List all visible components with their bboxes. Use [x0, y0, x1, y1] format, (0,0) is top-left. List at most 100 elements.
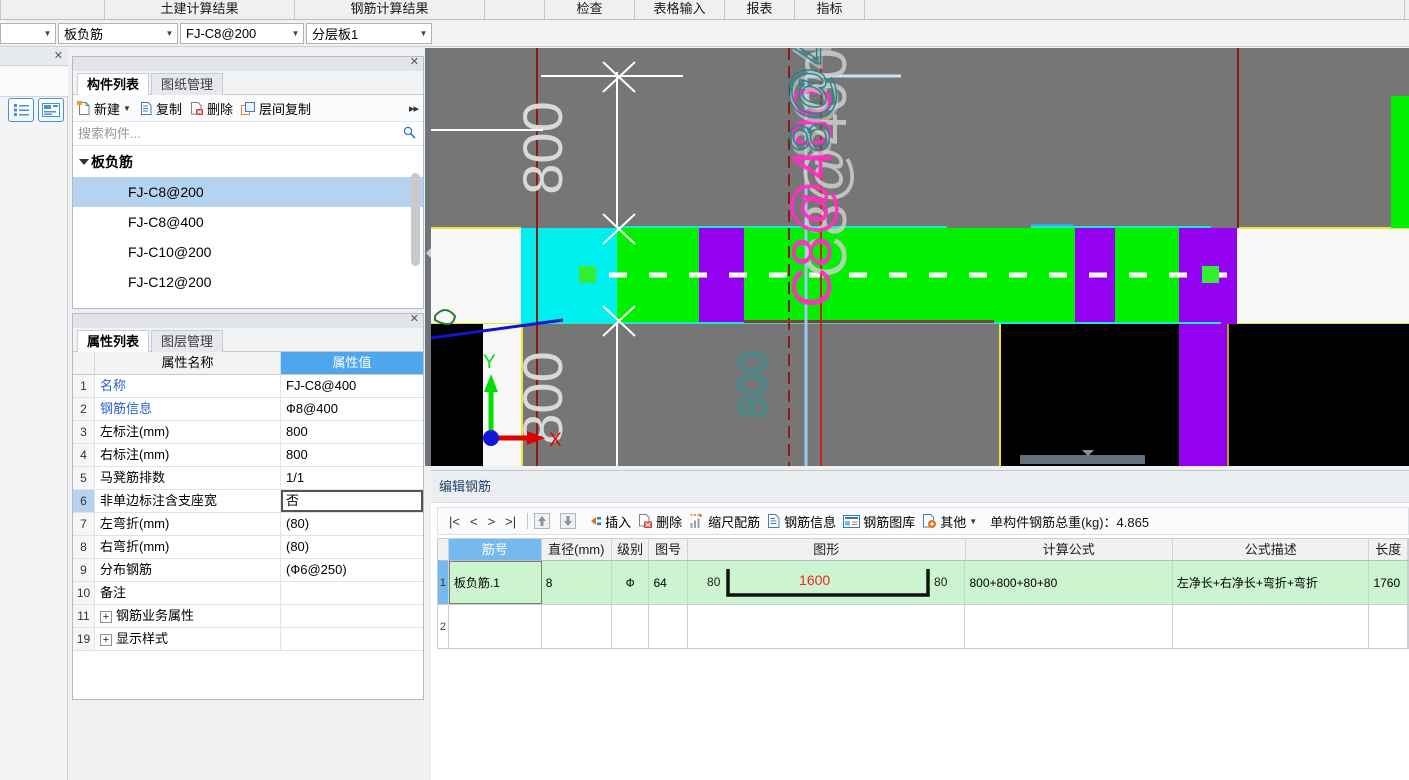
expand-triangle-icon[interactable] — [79, 159, 89, 165]
combo-2[interactable]: FJ-C8@200 ▼ — [180, 23, 304, 44]
expand-plus-icon[interactable]: + — [100, 633, 112, 646]
table-cell[interactable] — [688, 605, 966, 648]
property-row-value[interactable]: FJ-C8@400 — [281, 375, 423, 397]
table-cell[interactable]: 800+800+80+80 — [965, 561, 1173, 604]
property-row-value[interactable]: 800 — [281, 421, 423, 443]
chevron-down-icon[interactable]: ▼ — [969, 517, 977, 526]
tree-scrollbar[interactable] — [411, 173, 420, 303]
property-row[interactable]: 5 马凳筋排数 1/1 — [73, 467, 423, 490]
table-cell[interactable] — [1369, 605, 1408, 648]
tree-scrollbar-thumb[interactable] — [411, 173, 420, 266]
table-row[interactable]: 1 板负筋.1 8 Ф 64 80 1600 80 800+800+80+80 左净长+右净长+弯… — [437, 561, 1409, 605]
property-row[interactable]: 6 非单边标注含支座宽否 — [73, 490, 423, 513]
chevron-down-icon[interactable]: ▼ — [288, 24, 303, 43]
tree-item[interactable]: FJ-C8@400 — [73, 207, 423, 237]
tree-group-slab-negative-rebar[interactable]: 板负筋 — [73, 147, 423, 177]
combo-3[interactable]: 分层板1 ▼ — [306, 23, 432, 44]
cad-horizontal-scrollbar[interactable] — [1020, 455, 1145, 464]
table-cell[interactable]: 1760 — [1369, 561, 1408, 604]
scale-rebar-button[interactable]: 缩尺配筋 — [689, 512, 760, 531]
tree-item[interactable]: FJ-C12@200 — [73, 267, 423, 297]
table-cell[interactable] — [449, 605, 542, 648]
close-icon[interactable]: ✕ — [410, 312, 419, 325]
property-row[interactable]: 9 分布钢筋 (Ф6@250) — [73, 559, 423, 582]
move-up-button[interactable] — [534, 513, 553, 529]
other-button[interactable]: 其他 ▼ — [922, 512, 977, 531]
toolbar-overflow-icon[interactable]: ▸▸ — [409, 102, 419, 115]
tab-5[interactable]: 表格输入 — [635, 0, 725, 19]
property-row-value[interactable] — [281, 605, 423, 627]
property-row[interactable]: 7 左弯折(mm) (80) — [73, 513, 423, 536]
rebar-column-header[interactable]: 直径(mm) — [542, 539, 612, 560]
chevron-down-icon[interactable]: ▼ — [123, 104, 131, 113]
table-cell[interactable] — [612, 605, 650, 648]
delete-row-button[interactable]: 删除 — [638, 512, 682, 531]
property-row-value[interactable] — [281, 628, 423, 650]
tree-item[interactable]: FJ-C10@200 — [73, 237, 423, 267]
table-cell[interactable]: 8 — [541, 561, 612, 604]
property-row-value[interactable]: 800 — [281, 444, 423, 466]
nav-next-button[interactable]: > — [483, 514, 501, 529]
property-row[interactable]: 4 右标注(mm) 800 — [73, 444, 423, 467]
cad-drawing-area[interactable]: 800 800 C8@400 C8@400 8@400 8@400 800 Y … — [431, 48, 1409, 466]
delete-component-button[interactable]: 删除 — [190, 99, 233, 118]
property-row[interactable]: 2 钢筋信息 Ф8@400 — [73, 398, 423, 421]
property-row[interactable]: 19 + 显示样式 — [73, 628, 423, 651]
property-row[interactable]: 1 名称 FJ-C8@400 — [73, 375, 423, 398]
table-cell[interactable]: 80 1600 80 — [688, 561, 966, 604]
property-row-value[interactable]: (Ф6@250) — [281, 559, 423, 581]
chevron-down-icon[interactable]: ▼ — [162, 24, 177, 43]
tab-6[interactable]: 报表 — [725, 0, 795, 19]
tab-drawing-management[interactable]: 图纸管理 — [151, 73, 224, 95]
property-row-value[interactable]: Ф8@400 — [281, 398, 423, 420]
tab-component-list[interactable]: 构件列表 — [77, 73, 150, 95]
rebar-column-header[interactable]: 图号 — [649, 539, 688, 560]
chevron-down-icon[interactable]: ▼ — [416, 24, 431, 43]
property-row[interactable]: 3 左标注(mm) 800 — [73, 421, 423, 444]
tab-7[interactable]: 指标 — [795, 0, 865, 19]
property-row-value[interactable]: 否 — [281, 490, 423, 512]
table-cell[interactable]: 64 — [649, 561, 689, 604]
table-cell[interactable] — [965, 605, 1173, 648]
tab-2[interactable]: 钢筋计算结果 — [295, 0, 485, 19]
rebar-column-header[interactable]: 计算公式 — [966, 539, 1173, 560]
table-cell[interactable]: 板负筋.1 — [448, 561, 542, 604]
table-cell[interactable] — [542, 605, 612, 648]
rebar-column-header[interactable]: 公式描述 — [1173, 539, 1370, 560]
table-cell[interactable] — [649, 605, 689, 648]
property-row-value[interactable]: (80) — [281, 536, 423, 558]
nav-prev-button[interactable]: < — [465, 514, 483, 529]
tab-layer-management[interactable]: 图层管理 — [151, 330, 224, 352]
tab-property-list[interactable]: 属性列表 — [77, 330, 150, 352]
property-row[interactable]: 11 + 钢筋业务属性 — [73, 605, 423, 628]
list-view-icon[interactable] — [8, 98, 34, 122]
tree-item[interactable]: FJ-C8@200 — [73, 177, 423, 207]
search-input[interactable] — [73, 125, 403, 142]
rebar-column-header[interactable]: 筋号 — [448, 539, 542, 560]
rebar-info-button[interactable]: 钢筋信息 — [767, 512, 836, 531]
table-row[interactable]: 2 — [437, 605, 1409, 649]
rebar-column-header[interactable]: 级别 — [612, 539, 650, 560]
expand-plus-icon[interactable]: + — [100, 610, 112, 623]
panel-view-icon[interactable] — [38, 98, 64, 122]
new-component-button[interactable]: 新建 ▼ — [77, 99, 131, 118]
insert-row-button[interactable]: 插入 — [586, 512, 631, 531]
property-row-value[interactable]: 1/1 — [281, 467, 423, 489]
cad-canvas[interactable]: 800 800 C8@400 C8@400 8@400 8@400 800 Y … — [431, 48, 1409, 466]
search-icon[interactable] — [403, 126, 423, 142]
property-row[interactable]: 8 右弯折(mm) (80) — [73, 536, 423, 559]
cad-scroll-down-icon[interactable] — [1082, 450, 1094, 456]
copy-component-button[interactable]: 复制 — [139, 99, 182, 118]
tab-4[interactable]: 检查 — [545, 0, 635, 19]
tab-1[interactable]: 土建计算结果 — [105, 0, 295, 19]
nav-first-button[interactable]: |< — [444, 514, 465, 529]
table-cell[interactable] — [1173, 605, 1370, 648]
property-row-value[interactable] — [281, 582, 423, 604]
property-row[interactable]: 10 备注 — [73, 582, 423, 605]
close-icon[interactable]: ✕ — [410, 55, 419, 68]
table-cell[interactable]: Ф — [611, 561, 650, 604]
combo-1[interactable]: 板负筋 ▼ — [58, 23, 178, 44]
rebar-column-header[interactable]: 长度 — [1369, 539, 1409, 560]
chevron-down-icon[interactable]: ▼ — [40, 24, 55, 43]
rebar-column-header[interactable]: 图形 — [688, 539, 966, 560]
